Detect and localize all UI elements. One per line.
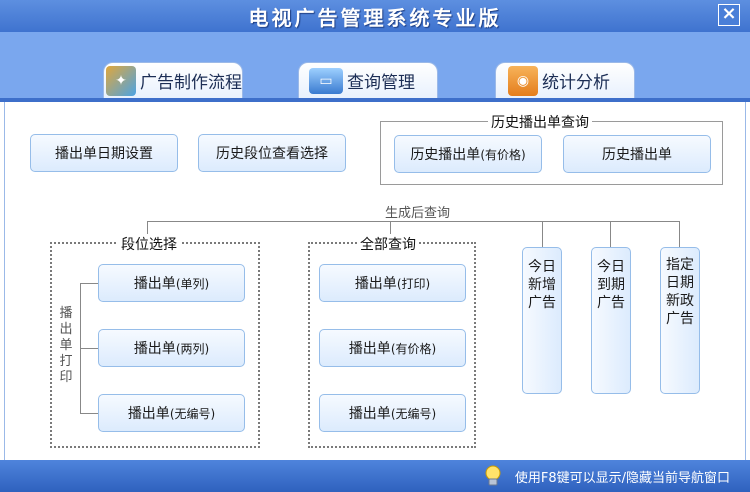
title-bar: 电视广告管理系统专业版 × (0, 0, 750, 32)
tree-line (80, 348, 98, 349)
tree-line (542, 221, 543, 247)
tab-ad-production[interactable]: ✦ 广告制作流程 (103, 62, 243, 98)
tree-line (610, 221, 611, 247)
button-label: 播出单 (354, 276, 397, 292)
all-query-label: 全部查询 (357, 234, 419, 254)
tree-line (147, 221, 679, 222)
button-label: 播出单 (348, 406, 391, 422)
button-label: 播出单 (348, 341, 391, 357)
schedule-no-number-button[interactable]: 播出单 (无编号) (98, 394, 245, 432)
history-query-label: 历史播出单查询 (488, 112, 592, 132)
status-bar: 使用F8键可以显示/隐藏当前导航窗口 (0, 460, 750, 492)
monitor-icon: ▭ (309, 67, 343, 94)
schedule-all-no-number-button[interactable]: 播出单 (无编号) (319, 394, 466, 432)
print-label: 播出单打印 (59, 306, 73, 385)
lightbulb-icon (485, 465, 501, 486)
rss-icon: ◉ (508, 65, 538, 96)
button-suffix: (无编号) (169, 406, 216, 421)
button-suffix: (两列) (175, 341, 210, 356)
button-suffix: (有价格) (480, 147, 526, 162)
history-with-price-button[interactable]: 历史播出单 (有价格) (394, 135, 542, 173)
schedule-two-column-button[interactable]: 播出单 (两列) (98, 329, 245, 367)
segment-select-label: 段位选择 (118, 234, 180, 254)
tree-line (80, 283, 98, 284)
tab-label: 广告制作流程 (140, 73, 242, 93)
button-suffix: (打印) (396, 276, 431, 291)
tree-line (679, 221, 680, 247)
schedule-print-button[interactable]: 播出单 (打印) (319, 264, 466, 302)
window-title: 电视广告管理系统专业版 (248, 6, 502, 30)
button-label: 播出单 (127, 406, 170, 422)
tab-label: 统计分析 (542, 73, 610, 93)
schedule-single-column-button[interactable]: 播出单 (单列) (98, 264, 245, 302)
button-suffix: (有价格) (390, 341, 437, 356)
button-label: 历史播出单 (410, 147, 481, 163)
status-hint: 使用F8键可以显示/隐藏当前导航窗口 (514, 471, 730, 486)
button-label: 播出单 (133, 341, 176, 357)
date-new-policy-ads-button[interactable]: 指定日期新政广告 (660, 247, 700, 394)
after-generate-label: 生成后查询 (385, 206, 451, 221)
date-setting-button[interactable]: 播出单日期设置 (30, 134, 178, 172)
tab-label: 查询管理 (347, 73, 415, 93)
history-segment-button[interactable]: 历史段位查看选择 (198, 134, 346, 172)
schedule-with-price-button[interactable]: 播出单 (有价格) (319, 329, 466, 367)
history-list-button[interactable]: 历史播出单 (563, 135, 711, 173)
today-expiring-ads-button[interactable]: 今日到期广告 (591, 247, 631, 394)
tab-statistics[interactable]: ◉ 统计分析 (495, 62, 635, 98)
button-label: 播出单 (133, 276, 176, 292)
today-new-ads-button[interactable]: 今日新增广告 (522, 247, 562, 394)
close-button[interactable]: × (718, 4, 740, 26)
app-icon: ✦ (106, 65, 136, 96)
button-suffix: (无编号) (390, 406, 437, 421)
tree-line (80, 413, 98, 414)
tab-query-management[interactable]: ▭ 查询管理 (298, 62, 438, 98)
button-suffix: (单列) (175, 276, 210, 291)
